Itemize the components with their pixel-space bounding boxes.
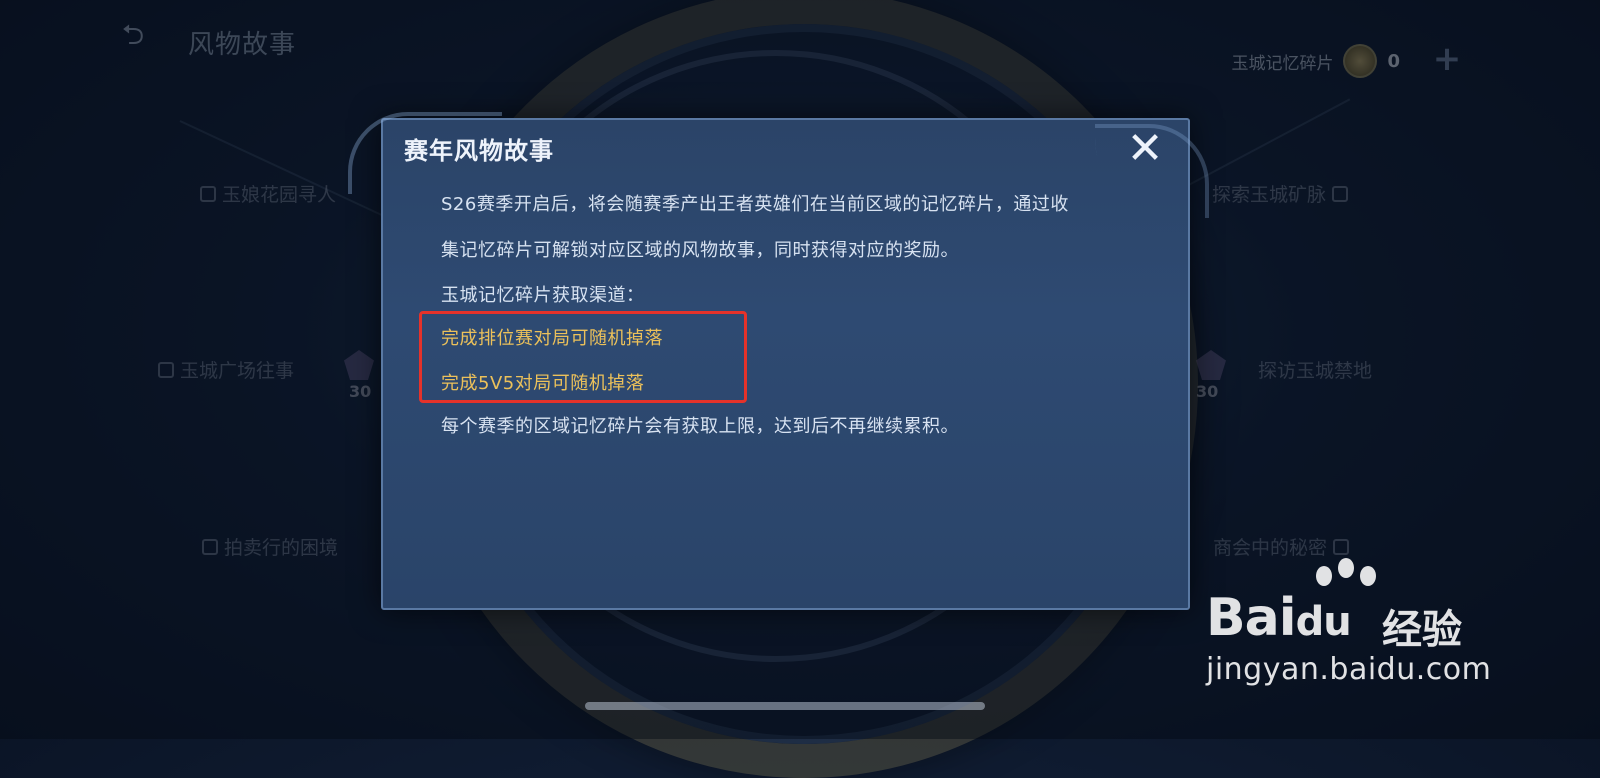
intro-text-line-2: 集记忆碎片可解锁对应区域的风物故事，同时获得对应的奖励。 — [441, 240, 959, 261]
baidu-paw-logo — [1338, 558, 1354, 578]
dialog-title: 赛年风物故事 — [404, 137, 554, 165]
close-button[interactable]: ✕ — [1120, 124, 1170, 174]
watermark-brand-cn: 经验 — [1382, 607, 1462, 653]
watermark-url: jingyan.baidu.com — [1206, 652, 1492, 687]
intro-text-line-1: S26赛季开启后，将会随赛季产出王者英雄们在当前区域的记忆碎片，通过收 — [441, 194, 1069, 215]
watermark-brand: Baidu — [1206, 588, 1352, 648]
baidu-paw-logo — [1316, 566, 1332, 586]
limit-note: 每个赛季的区域记忆碎片会有获取上限，达到后不再继续累积。 — [441, 416, 959, 437]
baidu-paw-logo — [1360, 566, 1376, 586]
watermark-brand-du: du — [1295, 599, 1352, 645]
close-icon: ✕ — [1126, 123, 1164, 174]
channels-heading: 玉城记忆碎片获取渠道： — [441, 285, 645, 306]
annotation-highlight-box — [419, 311, 747, 403]
home-indicator[interactable] — [585, 702, 985, 710]
